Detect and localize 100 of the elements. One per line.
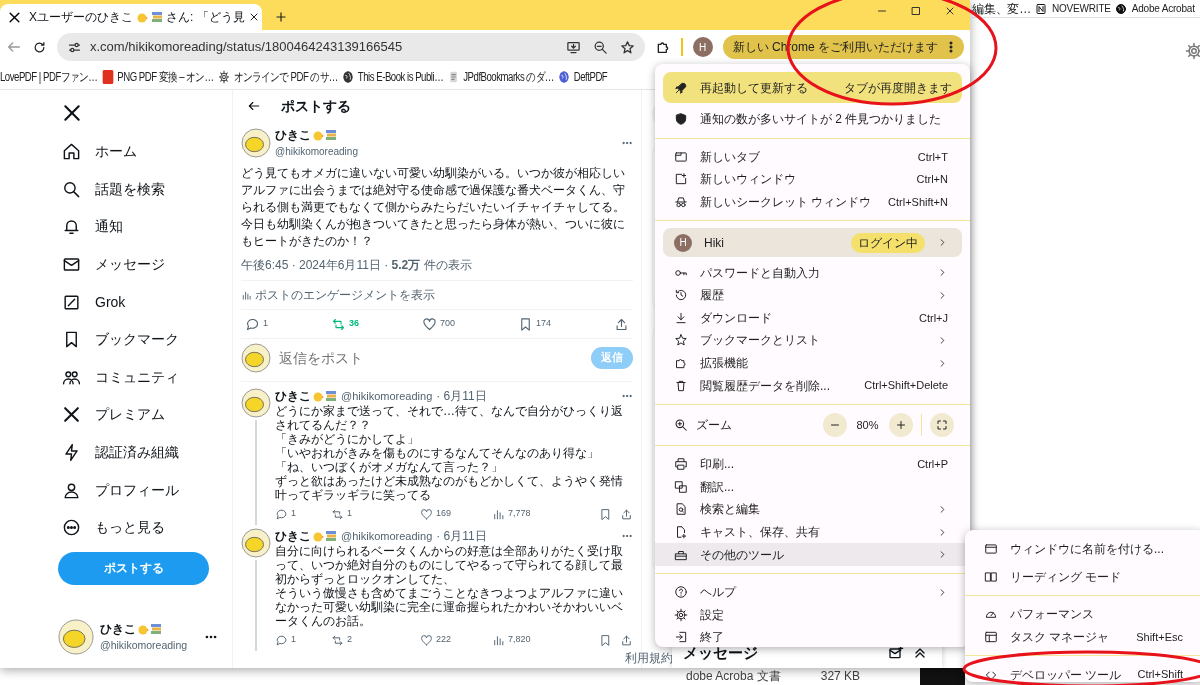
nav-item[interactable]: コミュニティ xyxy=(62,358,232,397)
menu-item[interactable]: 翻訳... xyxy=(655,475,970,499)
account-name: ひきこ xyxy=(100,620,136,638)
url-text: x.com/hikikomoreading/status/1800464243139166545 xyxy=(90,38,403,57)
menu-item[interactable]: 新しいタブ Ctrl+T xyxy=(655,145,970,169)
x-logo-icon[interactable] xyxy=(62,103,82,123)
gear-icon[interactable] xyxy=(218,69,230,84)
author-handle: @hikikomoreading xyxy=(341,528,433,544)
share-icon[interactable] xyxy=(620,507,633,521)
nav-item[interactable]: プレミアム xyxy=(62,396,232,434)
stat-button[interactable]: 2 xyxy=(331,633,420,647)
stat-button[interactable]: 1 xyxy=(275,633,331,647)
star-icon[interactable] xyxy=(619,39,635,55)
drawer-title: メッセージ xyxy=(683,643,758,663)
stat-button[interactable]: 222 xyxy=(420,633,492,647)
zoom-out-button[interactable] xyxy=(822,412,847,437)
bookmark-link[interactable]: Adobe Acrobat xyxy=(1131,1,1195,16)
profile-avatar[interactable]: H xyxy=(692,37,713,57)
square-icon[interactable] xyxy=(1035,2,1047,15)
stat-button[interactable]: 1 xyxy=(275,507,331,521)
menu-item[interactable]: パスワードと自動入力 xyxy=(655,261,970,284)
nav-item[interactable]: Grok xyxy=(62,283,232,321)
nav-item[interactable]: ブックマーク xyxy=(62,320,232,359)
document-icon[interactable] xyxy=(448,69,460,84)
rocket-icon xyxy=(674,80,688,95)
menu-item[interactable]: 新しいウィンドウ Ctrl+N xyxy=(655,168,970,191)
settings-icon[interactable] xyxy=(1185,42,1200,60)
bookmark-link[interactable]: DeftPDF xyxy=(573,67,608,86)
tab-title: Xユーザーのひきこ xyxy=(29,9,133,26)
stat-button[interactable]: 169 xyxy=(420,507,492,521)
zoom-in-button[interactable] xyxy=(888,412,913,437)
new-window-icon xyxy=(674,172,688,187)
menu-item[interactable]: 検索と編集 xyxy=(655,498,970,521)
stat-button[interactable]: 7,820 xyxy=(492,633,576,647)
new-tab-icon[interactable] xyxy=(274,10,288,24)
bookmark-link[interactable]: LovePDF | PDFファン… xyxy=(0,67,98,86)
menu-item[interactable]: 新しいシークレット ウィンドウ Ctrl+Shift+N xyxy=(655,190,970,214)
profile-row[interactable]: H Hiki ログイン中 xyxy=(663,228,962,258)
menu-item[interactable]: デベロッパー ツール Ctrl+Shift xyxy=(965,663,1200,685)
nav-item[interactable]: プロフィール xyxy=(62,471,232,509)
menu-item[interactable]: 印刷... Ctrl+P xyxy=(655,452,970,476)
books-icon xyxy=(325,129,337,141)
stat-button[interactable]: 174 xyxy=(517,316,551,332)
menu-item[interactable]: パフォーマンス xyxy=(965,603,1200,626)
stat-button[interactable]: 700 xyxy=(421,316,455,332)
reload-icon[interactable] xyxy=(32,39,47,55)
menu-item[interactable]: 拡張機能 xyxy=(655,351,970,375)
stat-button[interactable]: 1 xyxy=(245,316,268,332)
footer-link[interactable]: 利用規約 xyxy=(625,649,673,667)
stat-button[interactable]: 1 xyxy=(331,507,420,521)
browser-tab[interactable]: Xユーザーのひきこ さん: 「どう見 xyxy=(0,4,262,30)
new-message-icon[interactable] xyxy=(888,645,904,661)
bookmark-link[interactable]: NOVEWRITE xyxy=(1052,1,1111,16)
maximize-icon[interactable] xyxy=(910,5,922,17)
menu-item[interactable]: 通知の数が多いサイトが 2 件見つかりました xyxy=(655,108,970,131)
menu-item[interactable]: タスク マネージャ Shift+Esc xyxy=(965,625,1200,649)
fullscreen-icon xyxy=(936,418,948,431)
bookmark-link[interactable]: オンラインで PDF のサ… xyxy=(233,67,338,86)
globe-icon[interactable] xyxy=(1114,2,1127,15)
address-bar[interactable]: x.com/hikikomoreading/status/1800464243139166545 xyxy=(57,33,645,61)
close-icon[interactable] xyxy=(944,5,956,17)
nav-item[interactable]: もっと見る xyxy=(62,508,232,547)
menu-item[interactable]: ブックマークとリスト xyxy=(655,329,970,352)
globe-icon[interactable] xyxy=(342,69,354,84)
back-icon[interactable] xyxy=(247,99,261,113)
share-icon[interactable] xyxy=(613,316,629,332)
menu-item[interactable]: ダウンロード Ctrl+J xyxy=(655,306,970,330)
bookmark-link[interactable]: This E-Book is Publi… xyxy=(357,67,444,86)
find-icon xyxy=(674,502,688,517)
share-icon[interactable] xyxy=(620,633,633,647)
install-icon[interactable] xyxy=(565,39,581,55)
nav-item[interactable]: メッセージ xyxy=(62,245,232,284)
avatar-icon xyxy=(241,127,271,158)
books-icon xyxy=(325,390,337,402)
nav-item[interactable]: ホーム xyxy=(62,133,232,171)
zoom-icon[interactable] xyxy=(592,39,608,55)
stat-button[interactable]: 7,778 xyxy=(492,507,576,521)
engagement-link[interactable]: ポストのエンゲージメントを表示 xyxy=(255,286,435,304)
nav-item[interactable]: 通知 xyxy=(62,208,232,246)
bookmark-icon[interactable] xyxy=(599,633,612,647)
menu-item[interactable]: 閲覧履歴データを削除... Ctrl+Shift+Delete xyxy=(655,374,970,397)
menu-item[interactable]: リーディング モード xyxy=(965,565,1200,589)
fullscreen-button[interactable] xyxy=(930,412,954,437)
bookmark-link[interactable]: PNG PDF 変換 – オン… xyxy=(117,67,214,86)
avatar-icon xyxy=(58,618,94,655)
bookmark-icon[interactable] xyxy=(599,507,612,521)
shield-icon xyxy=(674,112,688,127)
chart-icon xyxy=(492,633,505,647)
nav-item[interactable]: 話題を検索 xyxy=(62,170,232,209)
bookmark-link[interactable]: 編集、変… xyxy=(972,0,1031,18)
menu-item[interactable]: 再起動して更新する タブが再度開きます xyxy=(663,72,962,103)
reply-text: 「きみがどうにかしてよ」 xyxy=(275,432,420,446)
nav-item[interactable]: 認証済み組織 xyxy=(62,433,232,472)
reply-field[interactable]: 返信をポスト xyxy=(277,346,585,370)
account-switcher[interactable]: ひきこ @hikikomoreading xyxy=(58,616,232,657)
menu-item[interactable]: 履歴 xyxy=(655,283,970,307)
book-icon xyxy=(984,569,998,584)
reply-text: どうにか家まで送って、それで…待て、なんで自分がひっくり返されてるんだ？？ xyxy=(275,404,624,432)
avatar-icon: H xyxy=(674,233,692,252)
bookmark-link[interactable]: JPdfBookmarks のダ… xyxy=(463,67,554,86)
